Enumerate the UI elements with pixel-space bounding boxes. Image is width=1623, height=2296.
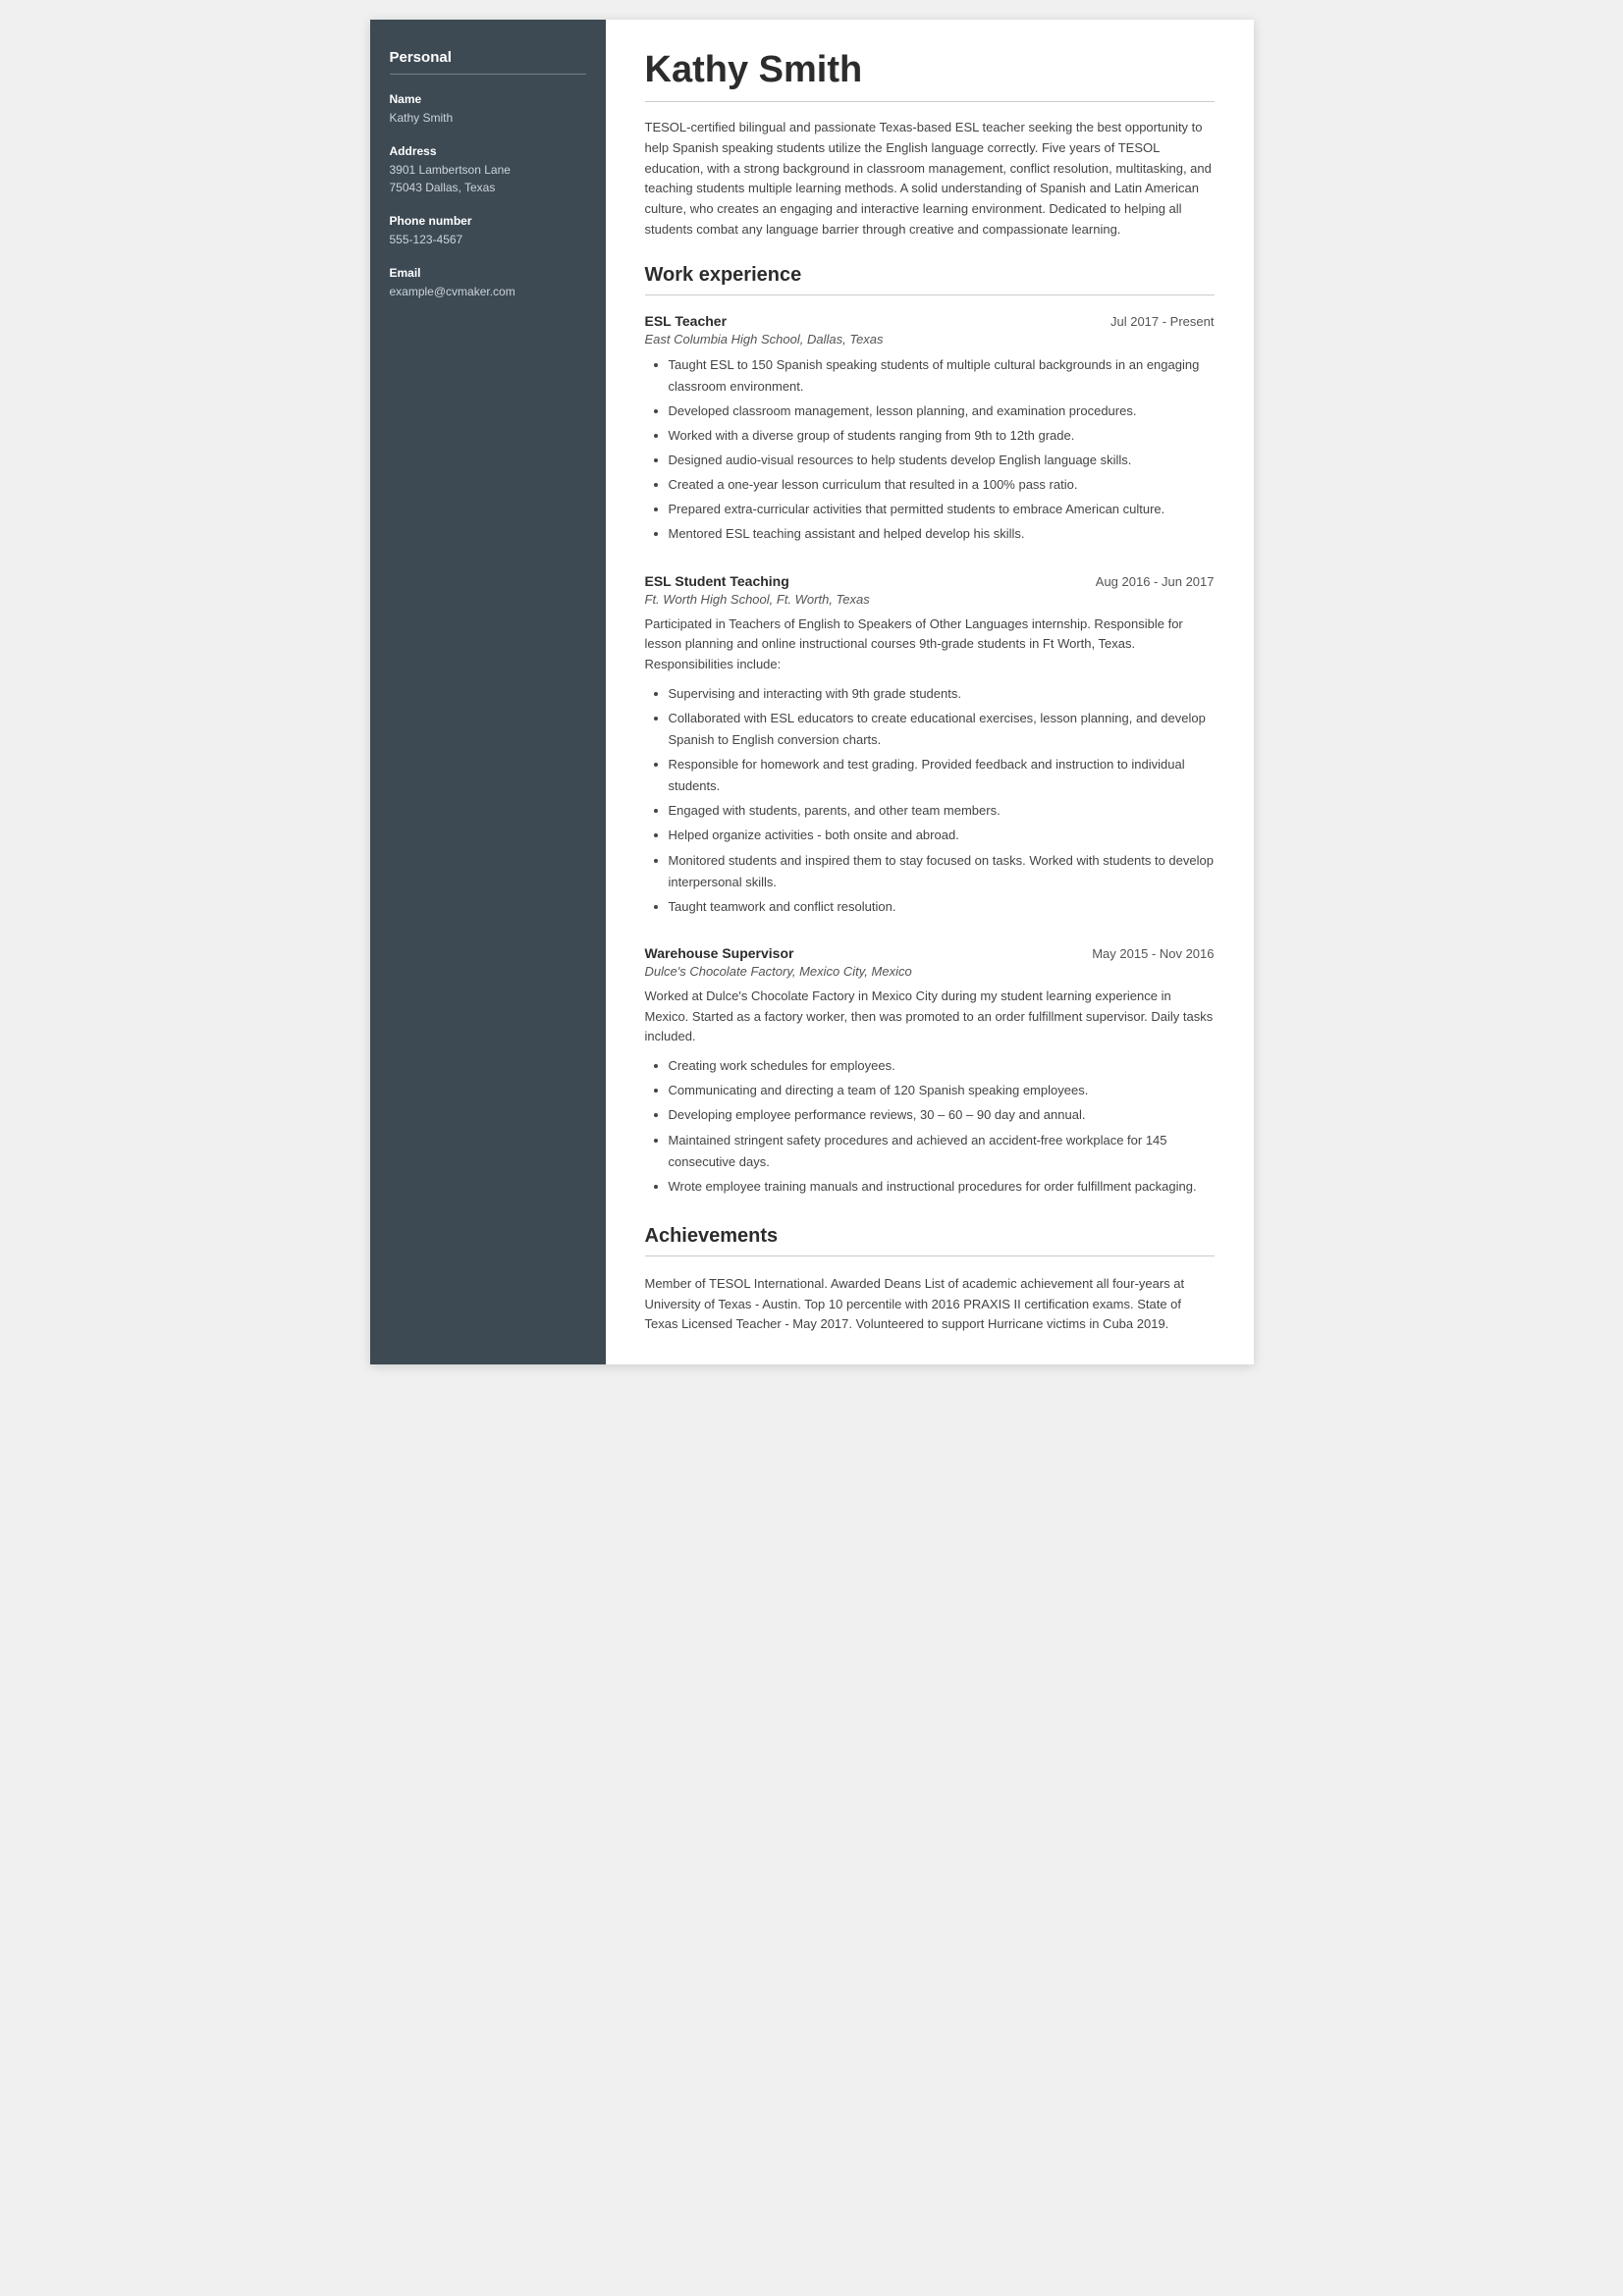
list-item: Engaged with students, parents, and othe… xyxy=(669,800,1215,822)
sidebar-name-label: Name xyxy=(390,92,586,106)
sidebar-field-name: Name Kathy Smith xyxy=(390,92,586,127)
list-item: Collaborated with ESL educators to creat… xyxy=(669,708,1215,751)
sidebar-name-value: Kathy Smith xyxy=(390,109,586,127)
job-1-company: East Columbia High School, Dallas, Texas xyxy=(645,332,1215,347)
job-3-dates: May 2015 - Nov 2016 xyxy=(1092,946,1214,961)
list-item: Developing employee performance reviews,… xyxy=(669,1104,1215,1126)
job-3-description: Worked at Dulce's Chocolate Factory in M… xyxy=(645,987,1215,1047)
work-experience-title: Work experience xyxy=(645,264,1215,287)
job-1-title: ESL Teacher xyxy=(645,313,728,329)
list-item: Mentored ESL teaching assistant and help… xyxy=(669,523,1215,545)
name-divider xyxy=(645,101,1215,102)
job-1-dates: Jul 2017 - Present xyxy=(1110,314,1215,329)
list-item: Worked with a diverse group of students … xyxy=(669,425,1215,447)
job-2-header: ESL Student Teaching Aug 2016 - Jun 2017 xyxy=(645,573,1215,589)
list-item: Created a one-year lesson curriculum tha… xyxy=(669,474,1215,496)
job-3-company: Dulce's Chocolate Factory, Mexico City, … xyxy=(645,964,1215,979)
job-1: ESL Teacher Jul 2017 - Present East Colu… xyxy=(645,313,1215,546)
sidebar-field-address: Address 3901 Lambertson Lane75043 Dallas… xyxy=(390,144,586,196)
list-item: Taught teamwork and conflict resolution. xyxy=(669,896,1215,918)
summary-text: TESOL-certified bilingual and passionate… xyxy=(645,118,1215,240)
job-2-title: ESL Student Teaching xyxy=(645,573,789,589)
achievements-title: Achievements xyxy=(645,1225,1215,1248)
list-item: Prepared extra-curricular activities tha… xyxy=(669,499,1215,520)
job-2-company: Ft. Worth High School, Ft. Worth, Texas xyxy=(645,592,1215,607)
list-item: Communicating and directing a team of 12… xyxy=(669,1080,1215,1101)
job-2-dates: Aug 2016 - Jun 2017 xyxy=(1096,574,1215,589)
job-3-bullets: Creating work schedules for employees. C… xyxy=(645,1055,1215,1198)
job-1-header: ESL Teacher Jul 2017 - Present xyxy=(645,313,1215,329)
resume-container: Personal Name Kathy Smith Address 3901 L… xyxy=(370,20,1254,1364)
candidate-name: Kathy Smith xyxy=(645,49,1215,91)
job-2: ESL Student Teaching Aug 2016 - Jun 2017… xyxy=(645,573,1215,918)
list-item: Maintained stringent safety procedures a… xyxy=(669,1130,1215,1173)
job-1-bullets: Taught ESL to 150 Spanish speaking stude… xyxy=(645,354,1215,546)
sidebar-address-label: Address xyxy=(390,144,586,158)
list-item: Supervising and interacting with 9th gra… xyxy=(669,683,1215,705)
sidebar-section-title: Personal xyxy=(390,49,586,75)
sidebar-field-email: Email example@cvmaker.com xyxy=(390,266,586,300)
list-item: Monitored students and inspired them to … xyxy=(669,850,1215,893)
sidebar-address-value: 3901 Lambertson Lane75043 Dallas, Texas xyxy=(390,161,586,196)
list-item: Designed audio-visual resources to help … xyxy=(669,450,1215,471)
job-3-header: Warehouse Supervisor May 2015 - Nov 2016 xyxy=(645,945,1215,961)
sidebar-phone-label: Phone number xyxy=(390,214,586,228)
main-content: Kathy Smith TESOL-certified bilingual an… xyxy=(606,20,1254,1364)
job-2-description: Participated in Teachers of English to S… xyxy=(645,614,1215,675)
job-3: Warehouse Supervisor May 2015 - Nov 2016… xyxy=(645,945,1215,1198)
list-item: Taught ESL to 150 Spanish speaking stude… xyxy=(669,354,1215,398)
sidebar: Personal Name Kathy Smith Address 3901 L… xyxy=(370,20,606,1364)
sidebar-field-phone: Phone number 555-123-4567 xyxy=(390,214,586,248)
list-item: Creating work schedules for employees. xyxy=(669,1055,1215,1077)
work-divider xyxy=(645,294,1215,295)
list-item: Developed classroom management, lesson p… xyxy=(669,400,1215,422)
job-3-title: Warehouse Supervisor xyxy=(645,945,794,961)
list-item: Helped organize activities - both onsite… xyxy=(669,825,1215,846)
achievements-divider xyxy=(645,1255,1215,1256)
sidebar-email-label: Email xyxy=(390,266,586,280)
list-item: Responsible for homework and test gradin… xyxy=(669,754,1215,797)
job-2-bullets: Supervising and interacting with 9th gra… xyxy=(645,683,1215,918)
sidebar-email-value: example@cvmaker.com xyxy=(390,283,586,300)
sidebar-phone-value: 555-123-4567 xyxy=(390,231,586,248)
achievements-text: Member of TESOL International. Awarded D… xyxy=(645,1274,1215,1335)
list-item: Wrote employee training manuals and inst… xyxy=(669,1176,1215,1198)
